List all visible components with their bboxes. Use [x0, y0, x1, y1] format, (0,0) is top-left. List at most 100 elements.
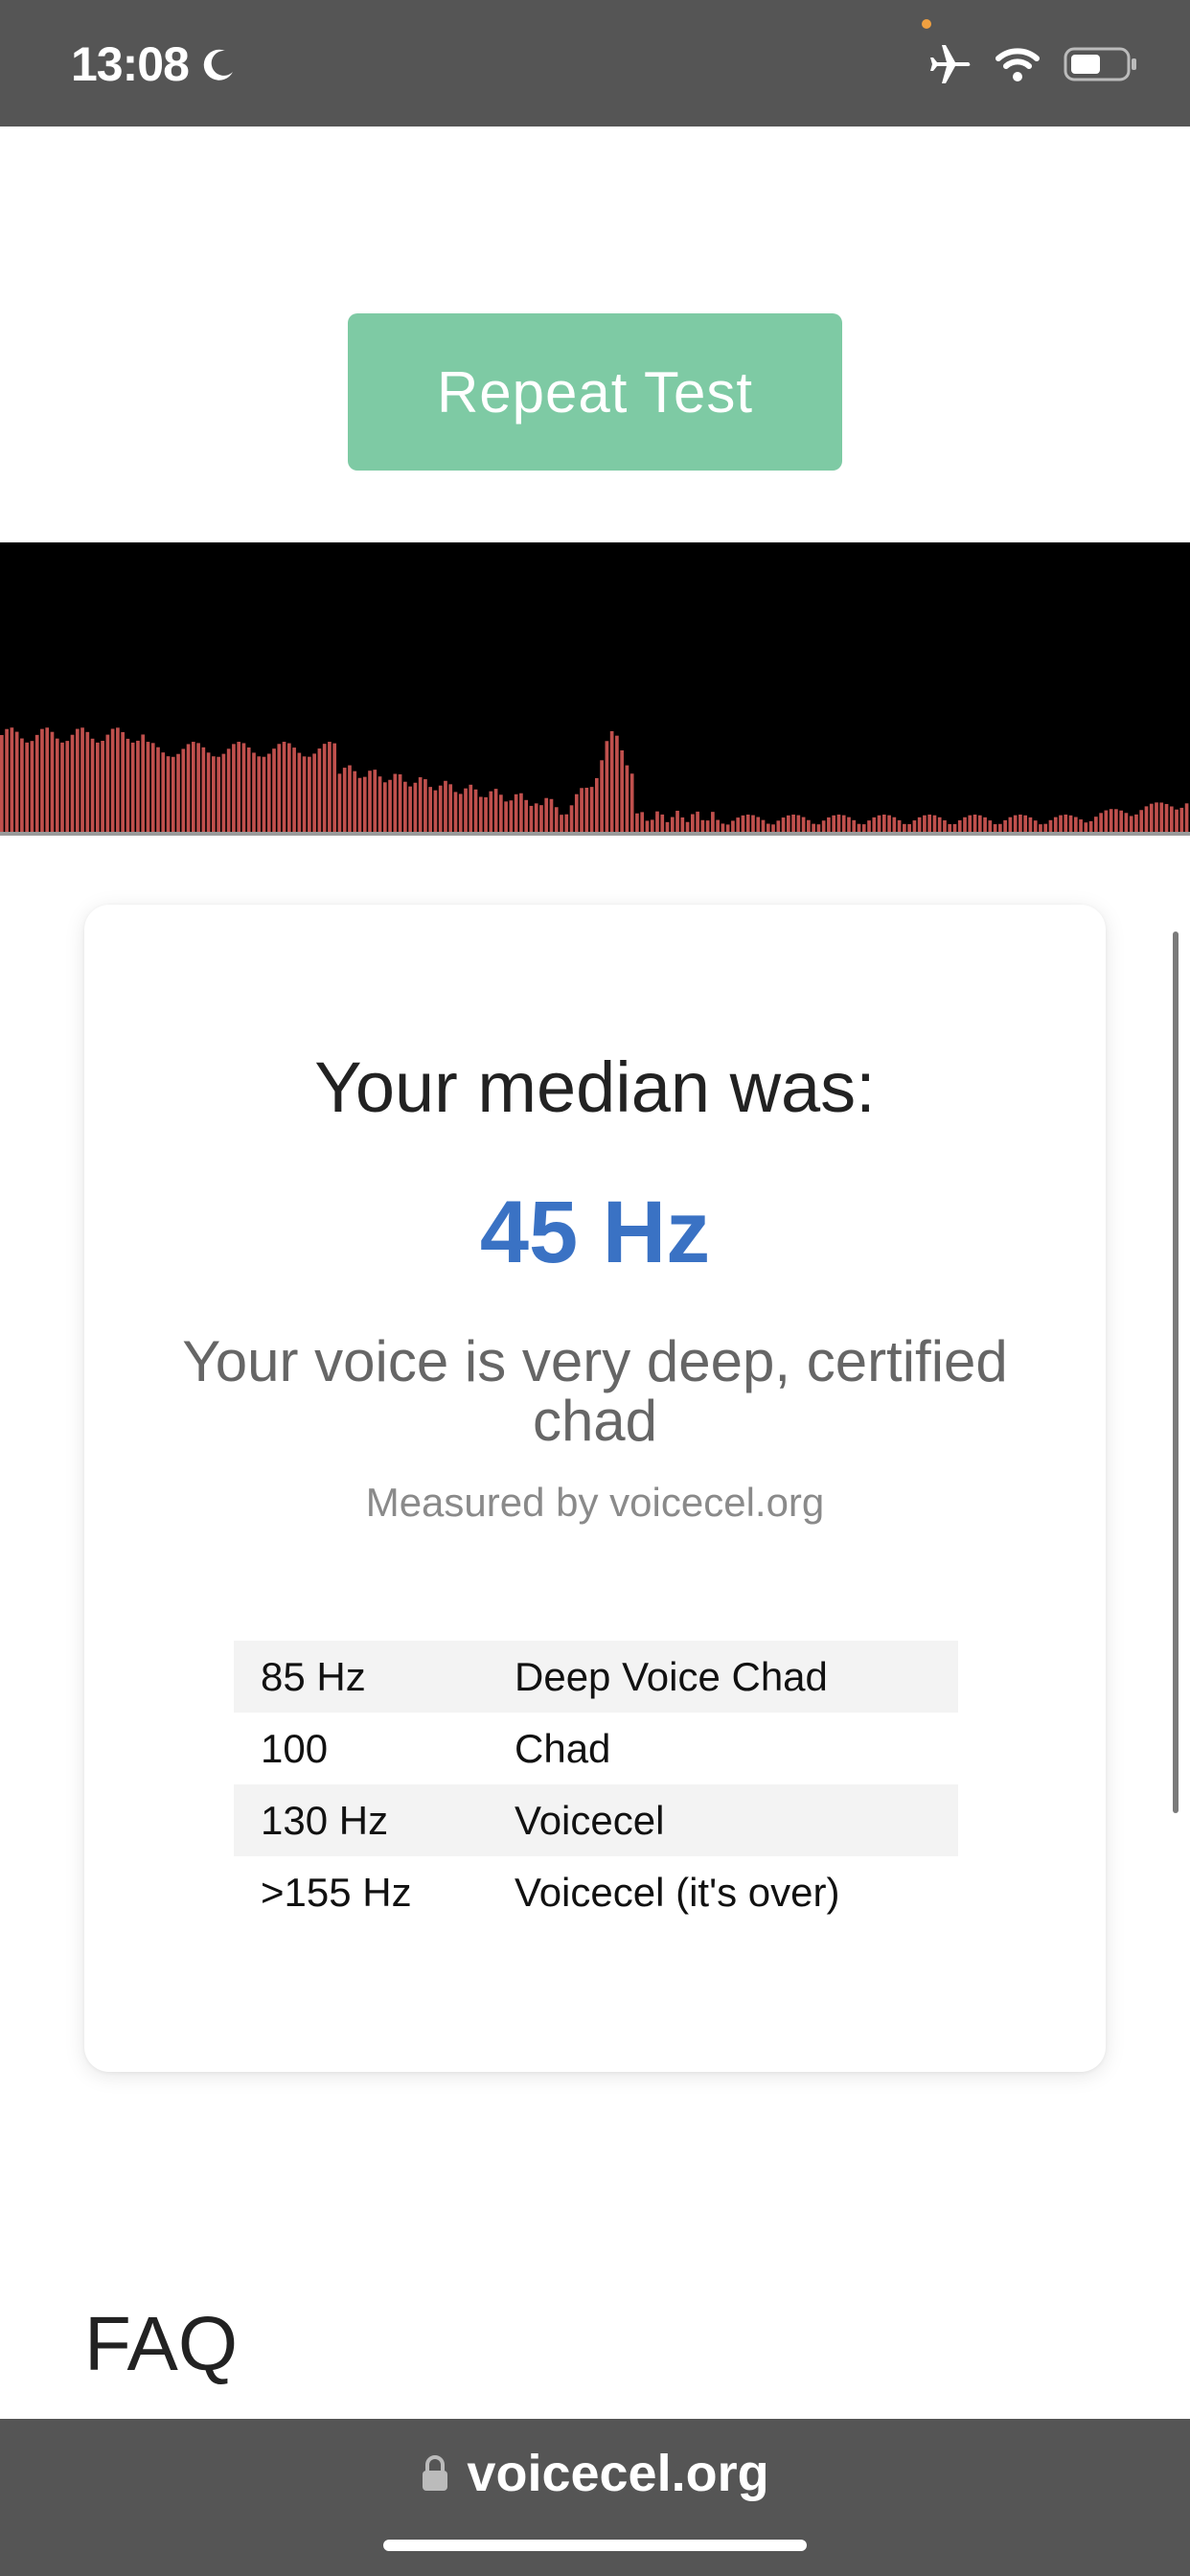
- visualizer-bar: [478, 796, 483, 836]
- visualizer-bar: [393, 773, 398, 836]
- median-value: 45 Hz: [479, 1184, 711, 1281]
- url-display[interactable]: voicecel.org: [0, 2444, 1190, 2503]
- range-frequency: 85 Hz: [261, 1653, 366, 1699]
- visualizer-bar: [584, 787, 589, 836]
- lock-icon: [423, 2455, 448, 2491]
- visualizer-bar: [85, 731, 90, 836]
- browser-url-bar[interactable]: voicecel.org: [0, 2419, 1190, 2576]
- battery-icon: [1064, 47, 1136, 81]
- visualizer-bar: [10, 727, 14, 836]
- visualizer-bar: [484, 796, 488, 836]
- visualizer-bar: [181, 748, 186, 836]
- visualizer-bar: [609, 730, 614, 836]
- visualizer-bar: [176, 753, 180, 836]
- visualizer-bar: [388, 779, 392, 836]
- visualizer-bar: [146, 742, 150, 836]
- visualizer-bar: [605, 741, 609, 836]
- visualizer-bar: [272, 748, 276, 836]
- visualizer-bar: [348, 765, 352, 836]
- visualizer-bar: [398, 773, 402, 836]
- home-indicator[interactable]: [383, 2540, 807, 2551]
- visualizer-bar: [5, 728, 9, 836]
- visualizer-bar: [201, 747, 206, 836]
- privacy-indicator-dot: [922, 19, 931, 29]
- visualizer-bar: [600, 760, 604, 836]
- result-card: Your median was: 45 Hz Your voice is ver…: [84, 905, 1106, 2072]
- visualizer-bar: [509, 800, 514, 836]
- visualizer-bar: [444, 780, 447, 836]
- repeat-test-button[interactable]: Repeat Test: [348, 313, 842, 471]
- visualizer-bar: [428, 787, 433, 836]
- visualizer-bar: [620, 749, 624, 836]
- visualizer-bar: [408, 786, 412, 836]
- visualizer-bar: [110, 728, 115, 836]
- visualizer-bar: [212, 756, 216, 836]
- visualizer-bar: [418, 777, 423, 836]
- visualizer-bar: [14, 731, 19, 836]
- visualizer-bar: [403, 781, 407, 836]
- visualizer-bar: [55, 738, 59, 836]
- visualizer-bar: [473, 789, 478, 836]
- range-frequency: 130 Hz: [261, 1797, 389, 1843]
- visualizer-bar: [625, 765, 629, 836]
- visualizer-bar: [382, 782, 387, 836]
- visualizer-bar: [342, 768, 347, 836]
- visualizer-bar: [206, 752, 211, 836]
- visualizer-bar: [266, 753, 271, 836]
- visualizer-bar: [504, 801, 508, 836]
- median-label: Your median was:: [314, 1047, 876, 1127]
- visualizer-bar: [322, 744, 327, 836]
- visualizer-bar: [489, 791, 493, 836]
- visualizer-bar: [116, 727, 120, 836]
- visualizer-bar: [328, 742, 332, 836]
- visualizer-bar: [458, 794, 463, 836]
- visualizer-bar: [493, 789, 498, 836]
- visualizer-bar: [574, 794, 579, 836]
- table-row: 100 Chad: [234, 1713, 958, 1784]
- visualizer-bar: [368, 770, 372, 836]
- visualizer-bar: [514, 794, 518, 836]
- visualizer-bar: [615, 735, 619, 836]
- visualizer-bar: [141, 734, 146, 836]
- table-row: >155 Hz Voicecel (it's over): [234, 1856, 958, 1928]
- visualizer-bar: [433, 790, 438, 836]
- range-frequency: 100: [261, 1725, 329, 1771]
- page-scrollbar[interactable]: [1173, 932, 1179, 1813]
- measured-by-text: Measured by voicecel.org: [365, 1480, 825, 1525]
- visualizer-bar: [221, 753, 226, 836]
- visualizer-bar: [25, 742, 29, 836]
- visualizer-bar: [34, 734, 39, 836]
- visualizer-bar: [252, 752, 256, 836]
- visualizer-bar: [136, 740, 140, 836]
- visualizer-bar: [337, 773, 342, 836]
- visualizer-bar: [286, 743, 291, 836]
- status-icons: [927, 42, 1138, 86]
- visualizer-bar: [30, 741, 34, 836]
- visualizer-bar: [101, 741, 104, 836]
- visualizer-bar: [80, 727, 84, 836]
- url-text: voicecel.org: [467, 2445, 769, 2502]
- range-label: Voicecel: [515, 1797, 665, 1843]
- visualizer-bar: [524, 799, 528, 836]
- range-label: Deep Voice Chad: [515, 1653, 828, 1699]
- visualizer-bar: [196, 743, 200, 836]
- visualizer-bar: [1149, 803, 1154, 836]
- visualizer-bar: [126, 738, 130, 836]
- visualizer-bar: [45, 727, 50, 836]
- visualizer-bar: [453, 792, 458, 836]
- audio-visualizer: [0, 542, 1190, 836]
- visualizer-bar: [60, 742, 64, 836]
- visualizer-bar: [257, 756, 262, 836]
- visualizer-bar: [166, 756, 171, 836]
- visualizer-bar: [50, 731, 55, 836]
- visualizer-bar: [469, 784, 473, 836]
- visualizer-bar: [1155, 802, 1158, 836]
- visualizer-bar: [121, 731, 125, 836]
- visualizer-bar: [246, 747, 251, 836]
- visualizer-bar: [191, 742, 195, 836]
- visualizer-bar: [217, 756, 220, 836]
- verdict-text: Your voice is very deep, certified chad: [182, 1329, 1008, 1453]
- visualizer-bar: [95, 742, 100, 836]
- visualizer-bar: [292, 748, 296, 836]
- visualizer-baseline: [0, 832, 1190, 836]
